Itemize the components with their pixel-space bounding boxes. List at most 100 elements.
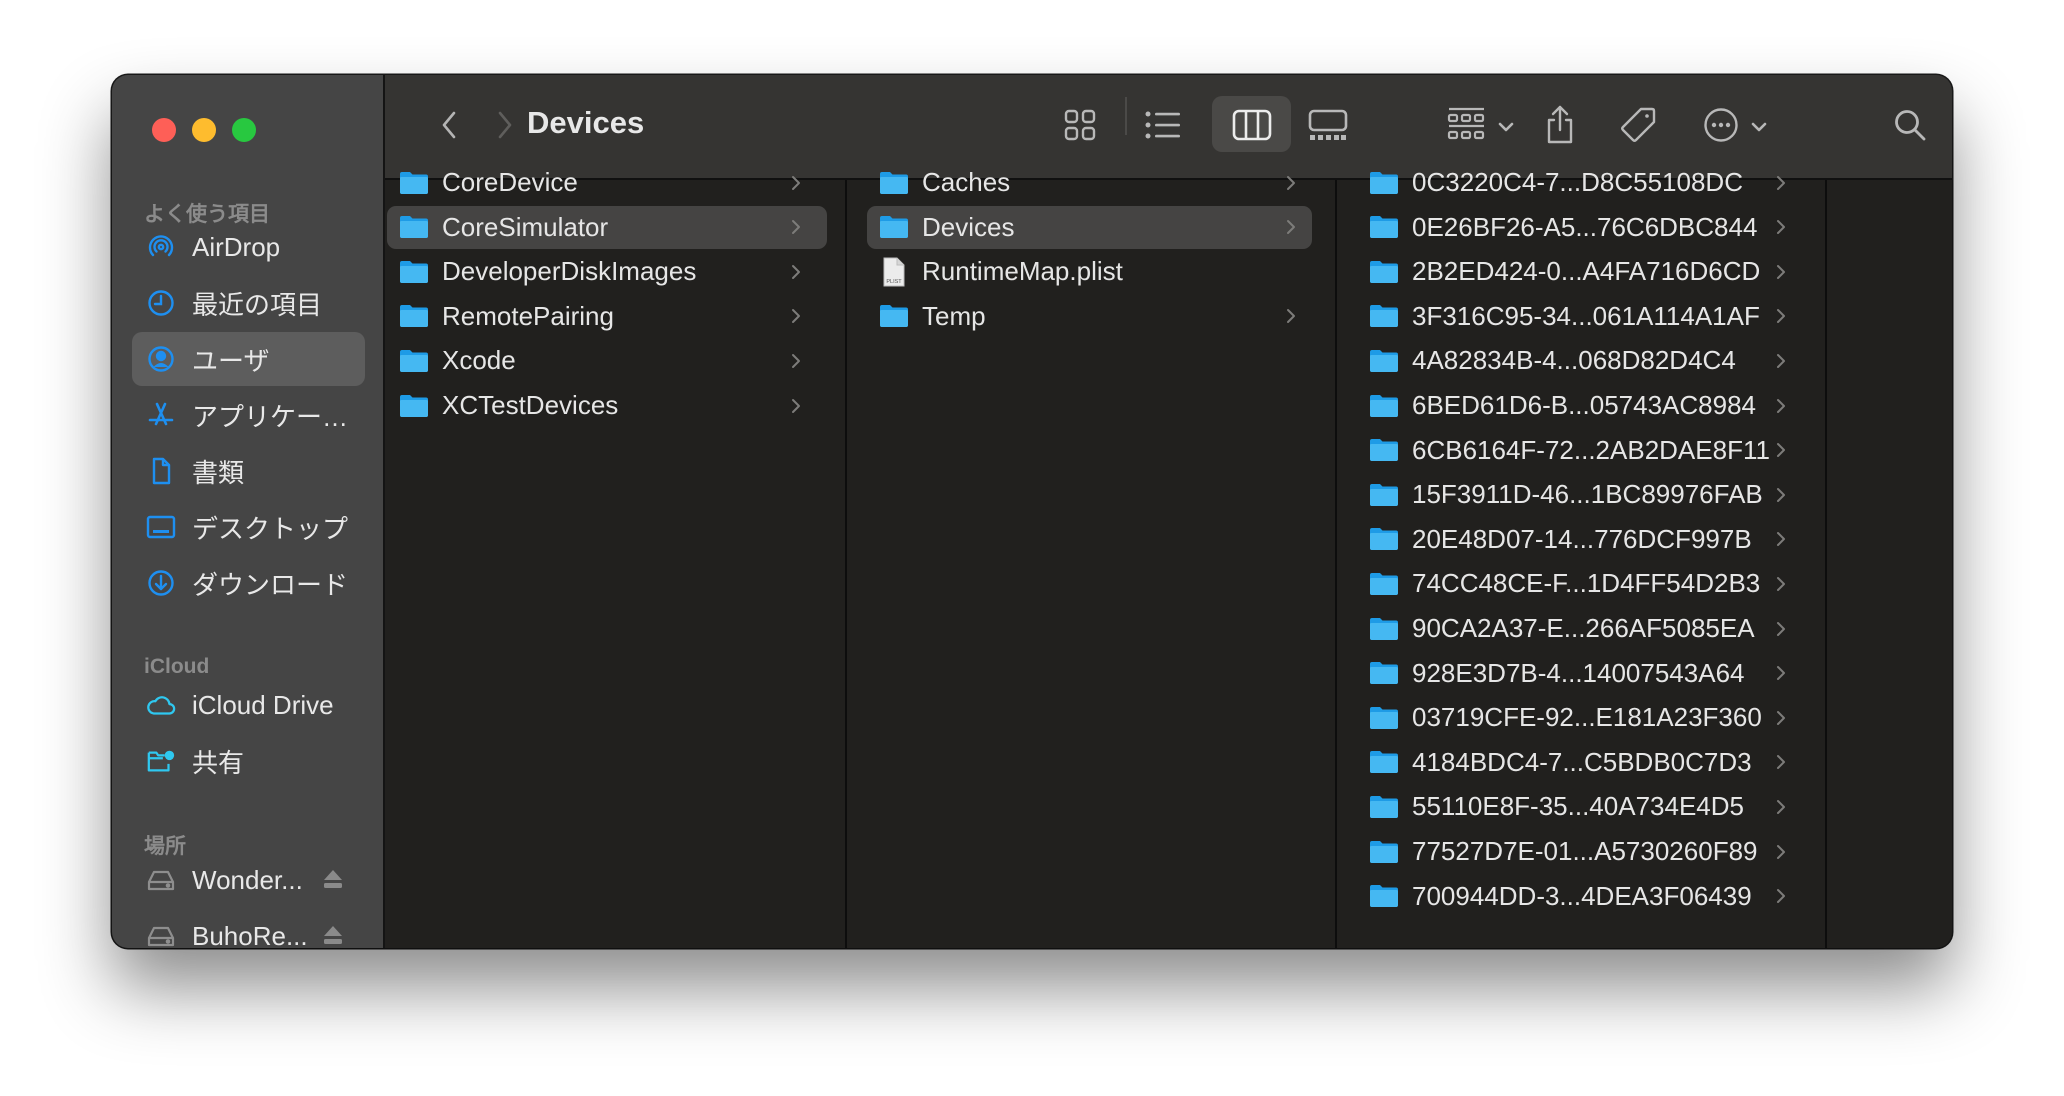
sidebar-item-label: 最近の項目 [192,289,323,320]
folder-row[interactable]: 0C3220C4-7...D8C55108DC [1357,161,1802,204]
folder-row[interactable]: XCTestDevices [387,384,827,427]
eject-icon[interactable] [323,868,343,895]
zoom-button[interactable] [232,118,256,142]
sidebar-item-label: iCloud Drive [192,689,334,720]
chevron-down-icon [1751,119,1767,137]
item-name: 0C3220C4-7...D8C55108DC [1412,167,1743,197]
airdrop-icon [146,232,176,262]
plist-file-icon: PLIST [879,257,909,287]
file-row[interactable]: PLIST RuntimeMap.plist [867,250,1312,293]
folder-row[interactable]: Caches [867,161,1312,204]
chevron-right-icon [1774,306,1788,326]
sidebar-item-label: 共有 [192,747,245,778]
chevron-right-icon [1774,440,1788,460]
sidebar-item-label: BuhoRe... [192,920,308,949]
column-3[interactable]: 0C3220C4-7...D8C55108DC 0E26BF26-A5...76C… [1337,167,1827,948]
svg-text:PLIST: PLIST [886,279,902,285]
folder-row[interactable]: CoreDevice [387,161,827,204]
folder-row[interactable]: 03719CFE-92...E181A23F360 [1357,696,1802,739]
chevron-right-icon [789,396,803,416]
folder-row[interactable]: RemotePairing [387,295,827,338]
column-1[interactable]: CoreDevice CoreSimulator DeveloperDiskImag… [385,167,847,948]
folder-row[interactable]: 77527D7E-01...A5730260F89 [1357,830,1802,873]
sidebar-section-icloud: iCloud [144,655,210,678]
folder-row[interactable]: 3F316C95-34...061A114A1AF [1357,295,1802,338]
minimize-button[interactable] [192,118,216,142]
clock-icon [146,288,176,318]
folder-icon [1369,705,1399,731]
folder-row[interactable]: 4A82834B-4...068D82D4C4 [1357,339,1802,382]
folder-icon [1369,526,1399,552]
folder-row[interactable]: DeveloperDiskImages [387,250,827,293]
folder-row[interactable]: 6CB6164F-72...2AB2DAE8F11 [1357,429,1802,472]
folder-row[interactable]: Xcode [387,339,827,382]
chevron-right-icon [1774,396,1788,416]
column-4[interactable] [1827,180,1952,948]
folder-row[interactable]: Temp [867,295,1312,338]
folder-row[interactable]: 20E48D07-14...776DCF997B [1357,518,1802,561]
folder-row[interactable]: Devices [867,205,1312,249]
chevron-right-icon [1774,842,1788,862]
sidebar-item-icloud-drive[interactable]: iCloud Drive [132,678,365,732]
folder-icon [399,214,429,240]
sidebar-item-label: Wonder... [192,864,303,895]
sidebar-item-airdrop[interactable]: AirDrop [132,220,365,274]
sidebar-item-applications[interactable]: アプリケー… [132,388,365,442]
folder-row[interactable]: 74CC48CE-F...1D4FF54D2B3 [1357,562,1802,605]
gallery-icon [1308,109,1348,146]
search-button[interactable] [1885,75,1935,180]
sidebar-item-desktop[interactable]: デスクトップ [132,500,365,554]
forward-chevron-icon [496,110,514,145]
folder-icon [1369,616,1399,642]
chevron-right-icon [789,306,803,326]
sidebar-item-documents[interactable]: 書類 [132,444,365,498]
eject-icon[interactable] [323,924,343,948]
column-2[interactable]: Caches Devices PLIST RuntimeMap.plist Temp [847,167,1337,948]
folder-icon [1369,571,1399,597]
applications-icon [146,400,176,430]
more-actions-icon [1703,107,1739,148]
folder-icon [1369,883,1399,909]
folder-icon [879,170,909,196]
folder-icon [1369,794,1399,820]
sidebar-item-shared[interactable]: 共有 [132,734,365,788]
folder-row[interactable]: CoreSimulator [387,205,827,249]
folder-icon [1369,437,1399,463]
item-name: 03719CFE-92...E181A23F360 [1412,702,1762,733]
sidebar-item-label: アプリケー… [192,401,349,432]
drive-icon [146,921,176,948]
folder-row[interactable]: 0E26BF26-A5...76C6DBC844 [1357,206,1802,249]
folder-icon [399,348,429,374]
folder-row[interactable]: 2B2ED424-0...A4FA716D6CD [1357,250,1802,293]
sidebar-item-downloads[interactable]: ダウンロード [132,556,365,610]
folder-row[interactable]: 4184BDC4-7...C5BDB0C7D3 [1357,741,1802,784]
close-button[interactable] [152,118,176,142]
sidebar-item-drive-wonder[interactable]: Wonder... [132,853,365,907]
folder-row[interactable]: 928E3D7B-4...14007543A64 [1357,652,1802,695]
item-name: 3F316C95-34...061A114A1AF [1412,300,1760,331]
chevron-right-icon [1774,217,1788,237]
folder-row[interactable]: 90CA2A37-E...266AF5085EA [1357,607,1802,650]
sidebar-item-recents[interactable]: 最近の項目 [132,276,365,330]
folder-icon [1369,348,1399,374]
download-icon [146,568,176,598]
folder-row[interactable]: 700944DD-3...4DEA3F06439 [1357,875,1802,918]
folder-row[interactable]: 6BED61D6-B...05743AC8984 [1357,384,1802,427]
sidebar-item-drive-buho[interactable]: BuhoRe... [132,909,365,948]
drive-icon [146,865,176,895]
grid-icon [1064,109,1096,146]
chevron-right-icon [1774,752,1788,772]
item-name: 74CC48CE-F...1D4FF54D2B3 [1412,568,1761,599]
item-name: 4184BDC4-7...C5BDB0C7D3 [1412,746,1752,777]
chevron-right-icon [789,262,803,282]
item-name: 4A82834B-4...068D82D4C4 [1412,345,1736,376]
item-name: Caches [922,167,1011,197]
chevron-right-icon [1284,306,1298,326]
folder-row[interactable]: 15F3911D-46...1BC89976FAB [1357,473,1802,516]
chevron-down-icon [1498,119,1514,137]
sidebar-item-label: ダウンロード [192,569,349,600]
folder-row[interactable]: 55110E8F-35...40A734E4D5 [1357,785,1802,828]
folder-icon [1369,303,1399,329]
sidebar-item-user[interactable]: ユーザ [132,332,365,386]
folder-icon [1369,749,1399,775]
